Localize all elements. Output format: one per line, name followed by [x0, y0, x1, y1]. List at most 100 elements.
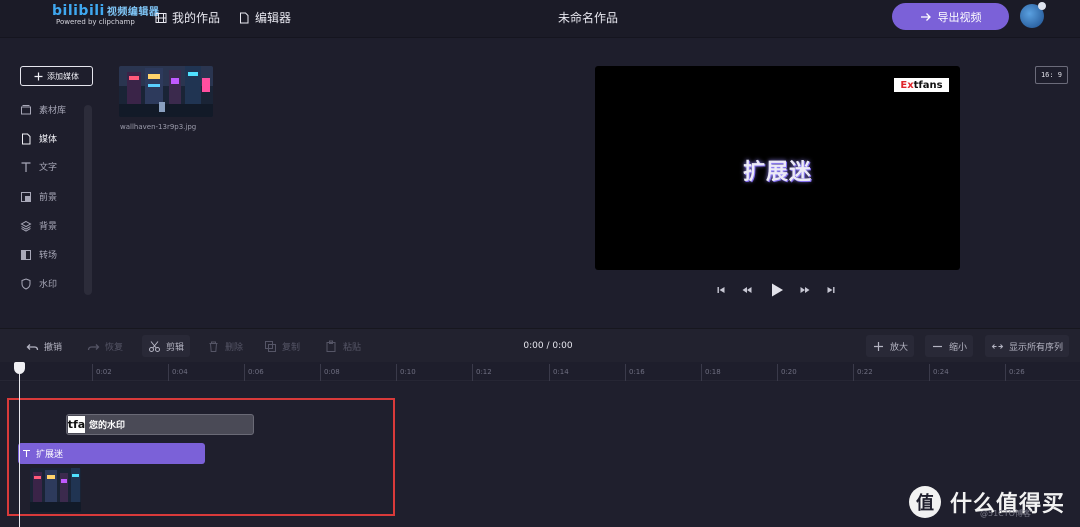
ruler-tick: 0:18: [701, 364, 721, 381]
nav-my-works[interactable]: 我的作品: [155, 9, 220, 26]
export-video-label: 导出视频: [937, 10, 982, 24]
zoom-in-button[interactable]: 放大: [866, 335, 915, 357]
delete-button[interactable]: 删除: [201, 335, 249, 357]
ruler-tick: 0:24: [929, 364, 949, 381]
fast-forward-icon: [800, 287, 810, 293]
nav-editor[interactable]: 编辑器: [238, 9, 291, 26]
text-icon: [21, 161, 31, 172]
watermark-badge: tfa: [67, 416, 86, 433]
city-image: [119, 66, 213, 117]
plus-icon: [874, 341, 883, 351]
ruler-tick: 0:02: [92, 364, 112, 381]
text-clip[interactable]: 扩展迷: [18, 443, 205, 464]
zdm-source: @51CTO博客: [980, 509, 1031, 518]
show-all-button[interactable]: 显示所有序列: [985, 335, 1070, 357]
image-clip[interactable]: [30, 468, 81, 512]
sidebar-item-label: 媒体: [39, 135, 58, 145]
svg-text:值: 值: [916, 492, 934, 514]
copy-button[interactable]: 复制: [258, 335, 306, 357]
sidebar-item-background[interactable]: 背景: [20, 219, 57, 232]
timeline-toolbar: 撤销 恢复 剪辑 删除 复制 粘贴 0:00 / 0:00 放大 缩小 显示所有…: [0, 328, 1080, 362]
paste-button[interactable]: 粘贴: [319, 335, 367, 357]
redo-button[interactable]: 恢复: [81, 335, 129, 357]
fast-forward-button[interactable]: [799, 285, 811, 295]
delete-label: 删除: [225, 342, 244, 353]
expand-icon: [991, 343, 1004, 349]
sidebar-item-media[interactable]: 媒体: [20, 132, 57, 145]
play-button[interactable]: [769, 282, 785, 298]
zdm-logo-icon: 值: [909, 486, 941, 518]
preview-overlay-text: 扩展迷: [742, 160, 812, 185]
zoom-out-label: 缩小: [949, 342, 968, 353]
play-icon: [772, 283, 783, 297]
redo-icon: [87, 343, 100, 350]
sidebar-item-library[interactable]: 素材库: [20, 103, 66, 116]
zoom-out-button[interactable]: 缩小: [925, 335, 974, 357]
undo-label: 撤销: [44, 342, 63, 353]
undo-icon: [26, 343, 39, 350]
aspect-ratio-button[interactable]: 16: 9: [1035, 66, 1068, 84]
cut-label: 剪辑: [166, 342, 185, 353]
add-media-button[interactable]: 添加媒体: [20, 66, 93, 86]
brand-product: 视频编辑器: [106, 7, 160, 18]
scissors-icon: [149, 340, 160, 352]
skip-end-button[interactable]: [826, 285, 836, 295]
avatar-status-dot: [1038, 2, 1046, 10]
skip-start-button[interactable]: [716, 285, 726, 295]
top-bar: bilibili 视频编辑器 Powered by clipchamp 我的作品 …: [0, 0, 1080, 38]
timeline-ruler[interactable]: 0:02 0:04 0:06 0:08 0:10 0:12 0:14 0:16 …: [0, 362, 1080, 381]
sidebar-item-label: 转场: [39, 251, 58, 261]
sidebar-item-watermark[interactable]: 水印: [20, 277, 57, 290]
video-preview[interactable]: Ex tfans 扩展迷: [595, 66, 960, 270]
playhead-line: [19, 368, 20, 527]
trash-icon: [209, 341, 218, 352]
sidebar-item-foreground[interactable]: 前景: [20, 190, 57, 203]
watermark-clip-label: 您的水印: [89, 421, 126, 431]
undo-button[interactable]: 撤销: [20, 335, 68, 357]
ruler-tick: 0:16: [625, 364, 645, 381]
sidebar-item-label: 素材库: [39, 106, 67, 116]
copy-icon: [265, 340, 276, 352]
watermark-prefix: Ex: [900, 79, 914, 91]
redo-label: 恢复: [105, 342, 124, 353]
preview-watermark: Ex tfans: [894, 78, 949, 92]
rewind-icon: [742, 287, 752, 293]
sidebar-scrollbar[interactable]: [84, 105, 92, 295]
sidebar-item-label: 背景: [39, 222, 58, 232]
playhead-handle[interactable]: [14, 362, 25, 374]
sidebar-item-transition[interactable]: 转场: [20, 248, 57, 261]
ruler-tick: 0:06: [244, 364, 264, 381]
sidebar-item-label: 水印: [39, 280, 58, 290]
skip-forward-icon: [827, 287, 835, 293]
brand-logo[interactable]: bilibili 视频编辑器 Powered by clipchamp: [52, 3, 159, 26]
paste-icon: [326, 340, 336, 352]
watermark-clip[interactable]: tfa 您的水印: [66, 414, 254, 435]
ruler-tick: 0:08: [320, 364, 340, 381]
document-icon: [240, 12, 249, 23]
cut-button[interactable]: 剪辑: [142, 335, 191, 357]
export-video-button[interactable]: 导出视频: [892, 3, 1009, 30]
skip-back-icon: [717, 287, 725, 293]
workspace: 添加媒体 素材库 媒体 文字 前景 背景 转场 水印 wallhaven-13r…: [0, 39, 1080, 328]
media-icon: [22, 133, 31, 144]
zoom-in-label: 放大: [890, 342, 909, 353]
media-thumbnail[interactable]: [119, 66, 213, 117]
city-image: [30, 468, 81, 512]
nav-my-works-label: 我的作品: [172, 11, 221, 25]
film-icon: [155, 12, 167, 23]
arrow-right-icon: [920, 12, 931, 21]
show-all-label: 显示所有序列: [1009, 342, 1064, 353]
ruler-tick: 0:14: [549, 364, 569, 381]
ruler-tick: 0:10: [396, 364, 416, 381]
library-icon: [21, 104, 31, 114]
sidebar-item-label: 文字: [39, 163, 58, 173]
brand-powered: Powered by clipchamp: [56, 18, 135, 26]
ruler-tick: 0:12: [472, 364, 492, 381]
add-media-label: 添加媒体: [47, 71, 79, 81]
watermark-rest: tfans: [913, 79, 943, 91]
paste-label: 粘贴: [343, 342, 362, 353]
rewind-button[interactable]: [741, 285, 753, 295]
ruler-tick: 0:26: [1005, 364, 1025, 381]
text-icon: [23, 449, 30, 457]
sidebar-item-text[interactable]: 文字: [20, 160, 57, 173]
